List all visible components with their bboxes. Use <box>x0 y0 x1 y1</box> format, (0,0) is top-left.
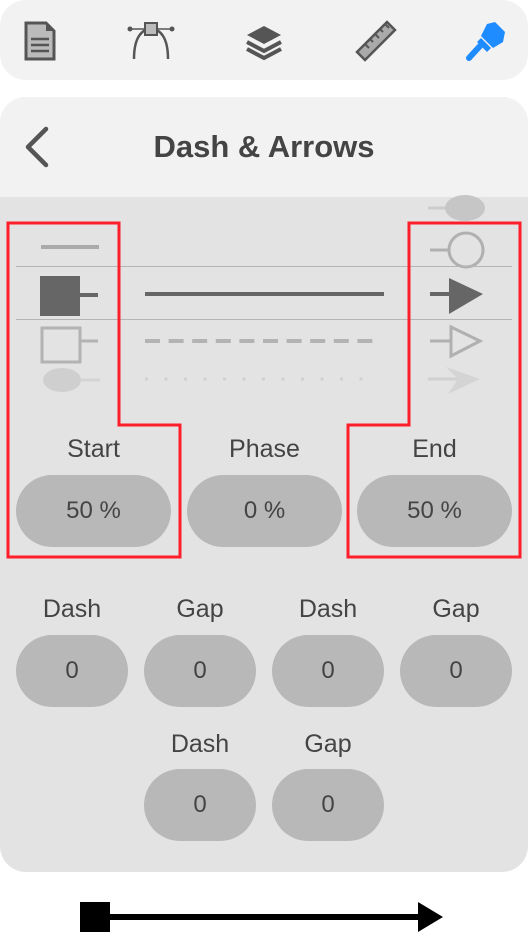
gap-2-label: Gap <box>432 595 480 623</box>
bezier-icon <box>127 22 175 60</box>
brush-tool-button[interactable] <box>463 18 509 64</box>
brush-icon <box>466 22 505 61</box>
phase-field[interactable]: 0 % <box>187 475 342 547</box>
dash-2-field[interactable]: 0 <box>272 635 384 707</box>
picker-selection-bottom-line <box>16 319 512 320</box>
document-tool-button[interactable] <box>17 18 63 64</box>
gap-3-field[interactable]: 0 <box>272 769 384 841</box>
bezier-tool-button[interactable] <box>127 18 175 64</box>
cap-arrow-outline-option <box>449 324 484 359</box>
cap-square-outline-option <box>40 326 82 364</box>
line-preview <box>80 902 443 932</box>
preview-end-arrow <box>418 902 443 932</box>
document-icon <box>24 21 56 61</box>
top-toolbar <box>0 0 528 80</box>
preview-start-square <box>80 902 110 932</box>
dash-1-label: Dash <box>42 595 102 623</box>
gap-1-label: Gap <box>176 595 224 623</box>
layers-tool-button[interactable] <box>241 18 287 64</box>
dash-1-field[interactable]: 0 <box>16 635 128 707</box>
end-field[interactable]: 50 % <box>357 475 512 547</box>
dash-2-label: Dash <box>298 595 358 623</box>
start-cap-picker[interactable] <box>0 197 120 392</box>
cap-circle-filled-option <box>445 195 485 221</box>
gap-1-field[interactable]: 0 <box>144 635 256 707</box>
line-style-picker[interactable] <box>140 197 390 387</box>
ruler-icon <box>355 20 397 62</box>
ruler-tool-button[interactable] <box>353 18 399 64</box>
phase-label: Phase <box>229 435 300 463</box>
gap-3-label: Gap <box>304 730 352 758</box>
dash-arrows-panel: Dash & Arrows Start 50 % Phase 0 % End 5… <box>0 97 528 872</box>
end-cap-picker[interactable] <box>418 194 528 394</box>
layers-icon <box>246 26 282 61</box>
dash-3-field[interactable]: 0 <box>144 769 256 841</box>
end-label: End <box>412 435 457 463</box>
panel-header: Dash & Arrows <box>0 97 528 197</box>
cap-square-filled-option <box>40 276 80 316</box>
gap-2-field[interactable]: 0 <box>400 635 512 707</box>
start-label: Start <box>67 435 120 463</box>
cap-circle-outline-option <box>447 231 485 269</box>
start-field[interactable]: 50 % <box>16 475 171 547</box>
picker-selection-top-line <box>16 266 512 267</box>
cap-arrow-filled-option <box>449 278 483 314</box>
cap-circle-filled-option <box>43 368 81 392</box>
dash-3-label: Dash <box>170 730 230 758</box>
page-title: Dash & Arrows <box>153 129 375 164</box>
